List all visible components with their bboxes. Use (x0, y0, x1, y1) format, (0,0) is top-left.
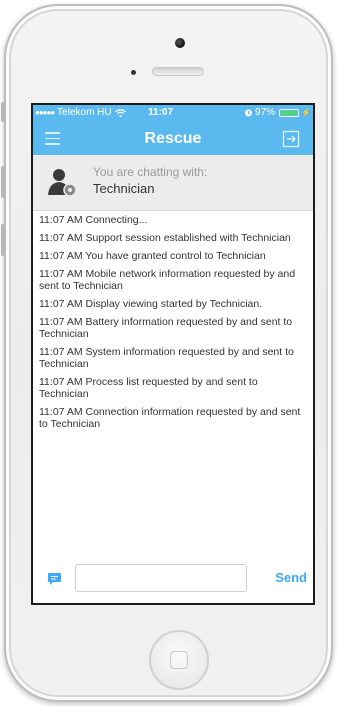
front-camera (175, 38, 185, 48)
status-left: ●●●●● Telekom HU (35, 107, 126, 118)
chat-header: You are chatting with: Technician (33, 155, 313, 211)
technician-name: Technician (93, 181, 155, 196)
log-entry: 11:07 AM Process list requested by and s… (39, 376, 258, 400)
log-entry: 11:07 AM You have granted control to Tec… (39, 250, 266, 262)
proximity-sensor (131, 70, 136, 75)
mute-switch (1, 102, 5, 122)
chat-log: 11:07 AM Connecting... 11:07 AM Support … (33, 211, 313, 551)
technician-avatar-icon (48, 169, 77, 197)
battery-fill (281, 110, 297, 115)
status-right: 97% ⚡ (244, 107, 311, 118)
send-button[interactable]: Send (275, 570, 307, 585)
wifi-icon (114, 108, 126, 117)
log-entry: 11:07 AM Battery information requested b… (39, 316, 293, 340)
battery-icon (279, 108, 300, 117)
alarm-icon (245, 109, 253, 117)
charging-bolt-icon: ⚡ (301, 108, 311, 117)
log-entry: 11:07 AM System information requested by… (39, 346, 294, 370)
home-square-icon (170, 651, 188, 669)
message-input[interactable] (75, 564, 247, 592)
exit-icon[interactable] (281, 129, 301, 149)
navbar: Rescue (33, 122, 313, 155)
carrier-name: Telekom HU (57, 107, 112, 118)
log-entry: 11:07 AM Display viewing started by Tech… (39, 298, 263, 310)
earpiece-speaker (152, 67, 204, 76)
log-entry: 11:07 AM Mobile network information requ… (39, 268, 296, 292)
volume-up-button (1, 166, 5, 198)
chatting-with-label: You are chatting with: (93, 165, 208, 179)
log-entry: 11:07 AM Connection information requeste… (39, 406, 301, 430)
home-button[interactable] (149, 630, 209, 690)
page-title: Rescue (144, 130, 202, 147)
log-entry: 11:07 AM Connecting... (39, 214, 148, 226)
log-entry: 11:07 AM Support session established wit… (39, 232, 291, 244)
battery-percent: 97% (255, 107, 276, 118)
volume-down-button (1, 224, 5, 256)
status-time: 11:07 (148, 107, 174, 118)
status-bar: ●●●●● Telekom HU 11:07 97% ⚡ (33, 105, 313, 122)
compose-bar: Send (33, 557, 313, 603)
screen: ●●●●● Telekom HU 11:07 97% ⚡ Rescue You … (31, 103, 315, 605)
chat-bubble-icon[interactable] (47, 572, 62, 586)
signal-strength-icon: ●●●●● (35, 108, 55, 117)
